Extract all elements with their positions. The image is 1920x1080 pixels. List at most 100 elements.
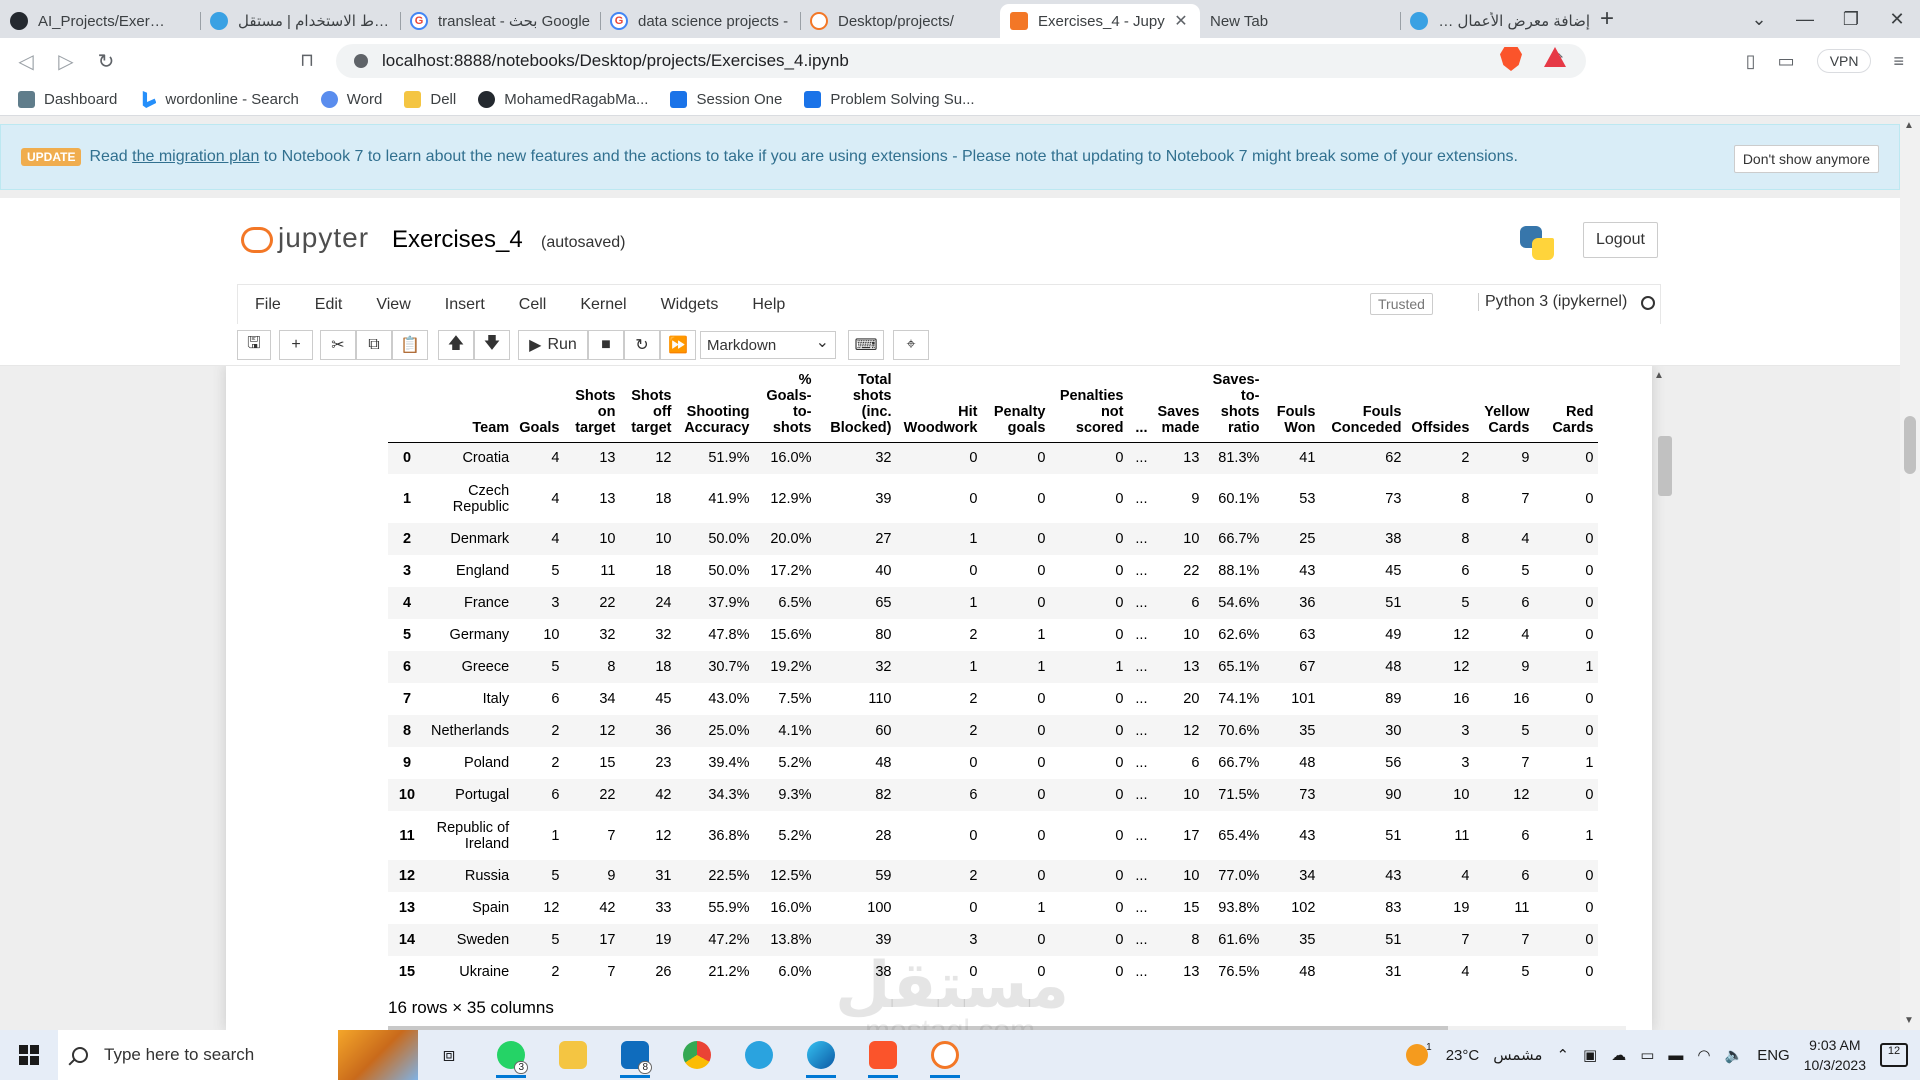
bookmark-github[interactable]: MohamedRagabMa... — [478, 91, 648, 108]
column-header: Saves made — [1152, 366, 1205, 443]
run-button[interactable]: ▶ Run — [518, 330, 588, 360]
back-arrow-icon[interactable]: ◁ — [6, 49, 46, 74]
taskbar-file-explorer[interactable] — [542, 1030, 604, 1080]
menu-file[interactable]: File — [238, 296, 298, 314]
browser-tab[interactable]: G transleat - بحث Google — [400, 4, 600, 38]
cell-type-select[interactable]: Markdown — [700, 331, 836, 359]
show-hidden-icons-chevron-icon[interactable]: ⌃ — [1556, 1046, 1569, 1064]
scroll-thumb[interactable] — [1658, 436, 1672, 496]
taskbar-edge[interactable] — [790, 1030, 852, 1080]
scroll-up-icon[interactable]: ▲ — [1654, 370, 1664, 381]
table-cell: 10 — [1183, 531, 1200, 547]
clock[interactable]: 9:03 AM 10/3/2023 — [1804, 1035, 1866, 1075]
close-tab-icon[interactable]: ✕ — [1172, 11, 1190, 31]
menu-insert[interactable]: Insert — [428, 296, 502, 314]
new-tab-plus-icon[interactable]: + — [1600, 5, 1614, 33]
cut-icon[interactable]: ✂ — [320, 330, 356, 360]
start-button[interactable] — [0, 1030, 58, 1080]
page-scrollbar[interactable]: ▲ ▼ — [1900, 116, 1920, 1030]
device-icon[interactable]: ▣ — [1583, 1046, 1597, 1064]
weather-sun-icon[interactable] — [1406, 1044, 1429, 1066]
taskbar-jupyter[interactable] — [914, 1030, 976, 1080]
taskbar-chrome[interactable] — [666, 1030, 728, 1080]
table-cell: 50.0% — [708, 563, 750, 579]
logout-button[interactable]: Logout — [1583, 222, 1658, 258]
menu-kernel[interactable]: Kernel — [563, 296, 643, 314]
dont-show-anymore-button[interactable]: Don't show anymore — [1733, 145, 1879, 173]
brave-rewards-icon[interactable]: 1 — [1544, 47, 1566, 67]
menu-cell[interactable]: Cell — [502, 296, 564, 314]
kernel-name[interactable]: Python 3 (ipykernel) — [1478, 293, 1627, 311]
table-cell: ... — [1135, 827, 1148, 844]
close-window-icon[interactable]: ✕ — [1874, 9, 1920, 30]
browser-tab[interactable]: AI_Projects/Exercises_4 — [0, 4, 200, 38]
migration-plan-link[interactable]: the migration plan — [132, 148, 259, 166]
reload-icon[interactable]: ↻ — [86, 49, 126, 74]
command-palette-icon[interactable]: ⌖ — [893, 330, 929, 360]
wallet-icon[interactable]: ▭ — [1778, 51, 1795, 72]
scroll-up-icon[interactable]: ▲ — [1904, 120, 1914, 131]
browser-tab[interactable]: شروط الاستخدام | مستقل — [200, 4, 400, 38]
volume-icon[interactable]: 🔈 — [1725, 1046, 1744, 1064]
taskbar-search[interactable]: Type here to search — [58, 1030, 418, 1080]
bookmark-dell[interactable]: Dell — [404, 91, 456, 108]
language-indicator[interactable]: ENG — [1757, 1047, 1790, 1064]
copy-icon[interactable]: ⧉ — [356, 330, 392, 360]
menu-view[interactable]: View — [359, 296, 427, 314]
table-cell: 1 — [1585, 659, 1594, 675]
browser-tab[interactable]: New Tab — [1200, 4, 1400, 38]
fast-forward-icon[interactable]: ⏩ — [660, 330, 696, 360]
minimize-icon[interactable]: — — [1782, 9, 1828, 30]
browser-tab[interactable]: Desktop/projects/ — [800, 4, 1000, 38]
keyboard-icon[interactable]: ⌨ — [848, 330, 884, 360]
trusted-indicator[interactable]: Trusted — [1370, 293, 1433, 315]
browser-tab[interactable]: إضافة معرض الأعمال | م — [1400, 4, 1600, 38]
display-icon[interactable]: ▭ — [1640, 1046, 1654, 1064]
move-down-icon[interactable]: 🡇 — [474, 330, 510, 360]
taskbar-mail[interactable]: 8 — [604, 1030, 666, 1080]
browser-toolbar: ◁ ▷ ↻ ⊓ localhost:8888/notebooks/Desktop… — [0, 38, 1920, 84]
vpn-button[interactable]: VPN — [1816, 49, 1872, 73]
save-icon[interactable]: 🖫 — [237, 330, 271, 360]
bookmark-icon[interactable]: ⊓ — [300, 50, 314, 71]
task-view-button[interactable]: ⧈ — [418, 1030, 480, 1080]
stop-icon[interactable]: ■ — [588, 330, 624, 360]
bookmark-problem-solving[interactable]: Problem Solving Su... — [804, 91, 975, 108]
move-up-icon[interactable]: 🡅 — [438, 330, 474, 360]
restart-icon[interactable]: ↻ — [624, 330, 660, 360]
taskbar-whatsapp[interactable]: 3 — [480, 1030, 542, 1080]
paste-icon[interactable]: 📋 — [392, 330, 428, 360]
jupyter-logo[interactable]: jupyter — [240, 222, 369, 254]
tab-search-chevron-icon[interactable]: ⌄ — [1736, 9, 1782, 30]
cloud-icon[interactable]: ☁ — [1611, 1046, 1626, 1064]
insert-cell-plus-icon[interactable]: + — [279, 330, 313, 360]
menu-edit[interactable]: Edit — [298, 296, 360, 314]
notebook-scrollbar[interactable]: ▲ — [1652, 366, 1672, 1030]
sidebar-icon[interactable]: ▯ — [1746, 51, 1756, 72]
bookmark-session-one[interactable]: Session One — [670, 91, 782, 108]
temperature[interactable]: 23°C — [1446, 1047, 1480, 1064]
notebook-name[interactable]: Exercises_4 — [392, 226, 523, 254]
site-info-icon[interactable] — [354, 54, 368, 68]
restore-icon[interactable]: ❐ — [1828, 9, 1874, 30]
wifi-icon[interactable]: ◠ — [1697, 1046, 1710, 1064]
taskbar-telegram[interactable] — [728, 1030, 790, 1080]
address-bar[interactable]: localhost:8888/notebooks/Desktop/project… — [336, 44, 1586, 78]
menu-help[interactable]: Help — [735, 296, 802, 314]
scroll-down-icon[interactable]: ▼ — [1904, 1015, 1914, 1026]
battery-icon[interactable]: ▬ — [1668, 1047, 1683, 1064]
taskbar-brave[interactable] — [852, 1030, 914, 1080]
bookmark-dashboard[interactable]: Dashboard — [18, 91, 117, 108]
menu-widgets[interactable]: Widgets — [644, 296, 736, 314]
scroll-thumb[interactable] — [1904, 416, 1916, 474]
row-index: 15 — [398, 964, 416, 980]
bookmark-wordonline[interactable]: wordonline - Search — [139, 91, 299, 108]
forward-arrow-icon[interactable]: ▷ — [46, 49, 86, 74]
bookmark-word[interactable]: Word — [320, 91, 382, 108]
browser-tab[interactable]: G data science projects - — [600, 4, 800, 38]
table-cell: 16.0% — [770, 900, 812, 916]
browser-tab-active[interactable]: Exercises_4 - Jupy ✕ — [1000, 4, 1200, 38]
brave-shields-icon[interactable] — [1500, 47, 1522, 71]
menu-icon[interactable]: ≡ — [1893, 51, 1904, 72]
notifications-icon[interactable]: 12 — [1880, 1043, 1908, 1067]
